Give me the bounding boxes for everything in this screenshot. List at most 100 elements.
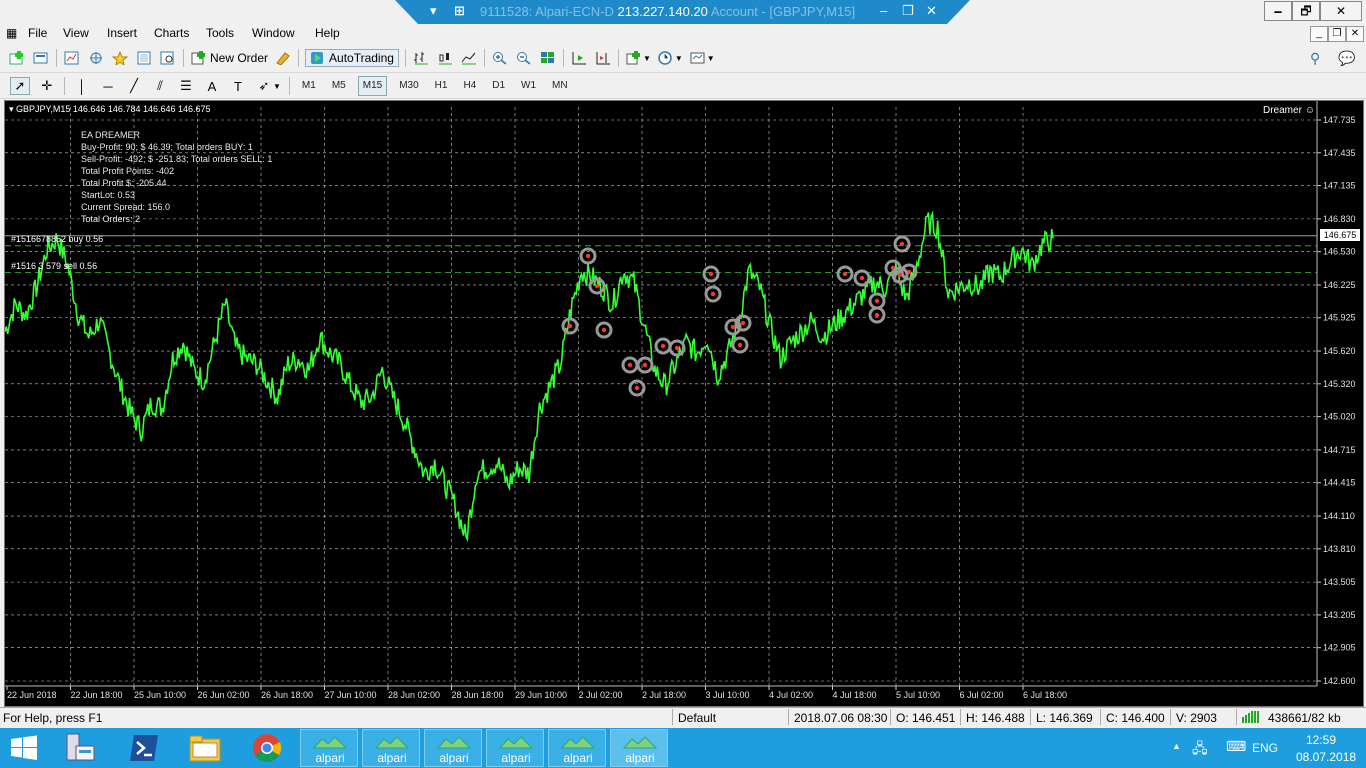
- market-watch-icon[interactable]: [63, 50, 81, 66]
- title-restore-icon[interactable]: ❐: [902, 3, 914, 19]
- x-tick-label: 29 Jun 10:00: [515, 690, 567, 700]
- connection-icon[interactable]: [1242, 711, 1266, 726]
- strategy-tester-icon[interactable]: [159, 50, 177, 66]
- chat-icon[interactable]: 💬: [1338, 50, 1355, 67]
- windows-start-icon[interactable]: [10, 735, 38, 764]
- powershell-icon[interactable]: [128, 733, 160, 766]
- candlestick-icon[interactable]: [436, 50, 454, 66]
- cursor-icon[interactable]: ➚: [10, 77, 30, 95]
- taskbar-app-alpari[interactable]: alpari: [300, 729, 358, 767]
- mdi-minimize-button[interactable]: _: [1310, 26, 1328, 42]
- autotrading-button[interactable]: AutoTrading: [305, 49, 399, 67]
- minimize-button[interactable]: 🗕: [1264, 1, 1292, 21]
- title-minimize-icon[interactable]: ‒: [880, 3, 887, 18]
- tile-windows-icon[interactable]: [539, 50, 557, 66]
- close-button[interactable]: ✕: [1320, 1, 1362, 21]
- y-tick-label: 145.620: [1323, 346, 1356, 356]
- chevron-down-icon[interactable]: ▾: [430, 3, 437, 19]
- menu-charts[interactable]: Charts: [154, 26, 189, 40]
- timeframe-w1[interactable]: W1: [517, 77, 540, 95]
- autotrading-icon: [311, 52, 324, 64]
- taskbar-app-alpari[interactable]: alpari: [548, 729, 606, 767]
- y-tick-label: 146.225: [1323, 280, 1356, 290]
- timeframe-m5[interactable]: M5: [328, 77, 350, 95]
- order-sell-label[interactable]: #1516 3 579 sell 0.56: [11, 261, 97, 271]
- menu-tools[interactable]: Tools: [206, 26, 234, 40]
- timeframe-m30[interactable]: M30: [395, 77, 422, 95]
- terminal-icon[interactable]: [135, 50, 153, 66]
- trendline-icon[interactable]: ╱: [125, 78, 143, 94]
- timeframe-h4[interactable]: H4: [459, 77, 480, 95]
- maximize-button[interactable]: 🗗: [1292, 1, 1320, 21]
- chart-shift-icon[interactable]: [570, 50, 588, 66]
- app-icon[interactable]: ▦: [6, 26, 17, 40]
- timeframe-m1[interactable]: M1: [298, 77, 320, 95]
- menu-file[interactable]: File: [28, 26, 47, 40]
- zoom-in-icon[interactable]: [491, 50, 509, 66]
- trade-marker-dot: [627, 362, 633, 368]
- title-close-icon[interactable]: ✕: [926, 3, 937, 19]
- text-label-icon[interactable]: T: [229, 78, 247, 94]
- mdi-close-button[interactable]: ✕: [1346, 26, 1364, 42]
- mdi-restore-button[interactable]: ❐: [1328, 26, 1346, 42]
- line-chart-icon[interactable]: [460, 50, 478, 66]
- order-buy-label[interactable]: #1516678852 buy 0.56: [11, 234, 103, 244]
- trade-marker-dot: [674, 345, 680, 351]
- tray-language[interactable]: ENG: [1252, 741, 1278, 755]
- pin-icon[interactable]: ⊞: [454, 3, 465, 19]
- tray-expand-icon[interactable]: ▲: [1172, 741, 1181, 751]
- autoscroll-icon[interactable]: [594, 50, 612, 66]
- x-tick-label: 2 Jul 18:00: [642, 690, 686, 700]
- metaeditor-icon[interactable]: [274, 50, 292, 66]
- timeframe-m15[interactable]: M15: [357, 76, 388, 96]
- taskbar-app-alpari[interactable]: alpari: [424, 729, 482, 767]
- menu-view[interactable]: View: [63, 26, 89, 40]
- bar-chart-icon[interactable]: [412, 50, 430, 66]
- chart-window[interactable]: 22 Jun 2018 22 Jun 18:00 25 Jun 10:00 26 Ju…: [4, 100, 1364, 707]
- navigator-icon[interactable]: [111, 50, 129, 66]
- equidistant-channel-icon[interactable]: ⫽: [151, 78, 169, 94]
- search-icon[interactable]: ⚲: [1310, 50, 1320, 67]
- chrome-icon[interactable]: [252, 733, 282, 766]
- timeframe-h1[interactable]: H1: [431, 77, 452, 95]
- profiles-icon[interactable]: [32, 50, 50, 66]
- chevron-down-icon[interactable]: ▼: [643, 54, 651, 63]
- vertical-line-icon[interactable]: │: [73, 78, 91, 94]
- file-explorer-icon[interactable]: [188, 733, 222, 766]
- alpari-icon: [499, 736, 533, 749]
- timeframe-mn[interactable]: MN: [548, 77, 572, 95]
- ea-name-badge[interactable]: Dreamer ☺: [1263, 105, 1315, 116]
- horizontal-line-icon[interactable]: ─: [99, 78, 117, 94]
- new-order-icon[interactable]: [190, 50, 208, 66]
- indicators-icon[interactable]: [625, 50, 643, 66]
- timeframe-d1[interactable]: D1: [488, 77, 509, 95]
- keyboard-icon[interactable]: ⌨: [1226, 738, 1246, 755]
- taskbar-app-alpari[interactable]: alpari: [486, 729, 544, 767]
- zoom-out-icon[interactable]: [515, 50, 533, 66]
- network-icon[interactable]: 🖧: [1192, 738, 1208, 762]
- menu-insert[interactable]: Insert: [107, 26, 137, 40]
- data-window-icon[interactable]: [87, 50, 105, 66]
- tray-time[interactable]: 12:59: [1306, 733, 1336, 747]
- new-order-button[interactable]: New Order: [210, 51, 268, 65]
- status-profile[interactable]: Default: [678, 711, 716, 725]
- fibonacci-icon[interactable]: ☰: [177, 78, 195, 94]
- chevron-down-icon[interactable]: ▼: [707, 54, 715, 63]
- chevron-down-icon[interactable]: ▼: [675, 54, 683, 63]
- periods-icon[interactable]: [657, 50, 675, 66]
- status-low: L: 146.369: [1036, 711, 1093, 725]
- templates-icon[interactable]: [689, 50, 707, 66]
- menu-window[interactable]: Window: [252, 26, 295, 40]
- taskbar-app-alpari-active[interactable]: alpari: [610, 729, 668, 767]
- server-manager-icon[interactable]: [64, 732, 96, 767]
- tray-date[interactable]: 08.07.2018: [1296, 750, 1356, 764]
- taskbar-app-alpari[interactable]: alpari: [362, 729, 420, 767]
- chevron-down-icon[interactable]: ▼: [273, 82, 281, 91]
- arrows-icon[interactable]: ➶: [255, 78, 273, 94]
- x-tick-label: 6 Jul 02:00: [960, 690, 1004, 700]
- text-icon[interactable]: A: [203, 78, 221, 94]
- new-chart-icon[interactable]: [8, 50, 26, 66]
- crosshair-icon[interactable]: ✛: [38, 78, 56, 94]
- current-price-label: 146.675: [1320, 229, 1360, 241]
- menu-help[interactable]: Help: [315, 26, 340, 40]
